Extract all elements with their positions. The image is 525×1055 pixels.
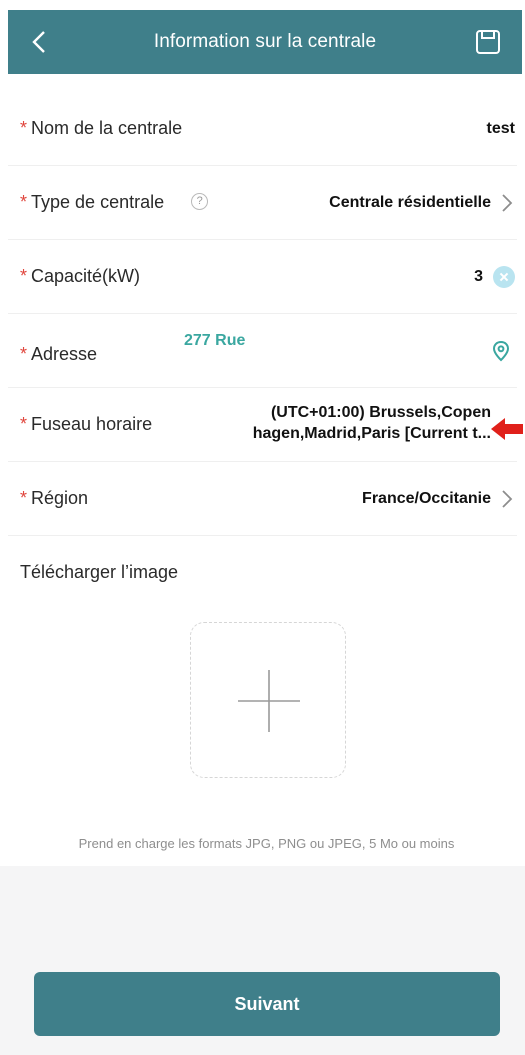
plant-name-value[interactable]: test — [487, 120, 515, 138]
app-header: Information sur la centrale — [8, 10, 522, 74]
plant-form: * Nom de la centrale test * Type de centra… — [0, 92, 525, 866]
page-title: Information sur la centrale — [153, 31, 377, 52]
row-plant-name[interactable]: * Nom de la centrale test — [8, 92, 517, 166]
required-mark: * — [20, 344, 28, 364]
plus-icon — [238, 670, 300, 732]
capacity-label: * Capacité(kW) — [20, 266, 140, 287]
region-value-text: France/Occitanie — [362, 489, 491, 507]
row-address[interactable]: * Adresse — [8, 314, 517, 388]
row-capacity[interactable]: * Capacité(kW) 3 — [8, 240, 517, 314]
plant-type-value[interactable]: Centrale résidentielle — [329, 192, 515, 214]
address-label-text: Adresse — [31, 344, 98, 364]
address-label: * Adresse — [20, 344, 97, 365]
upload-image-label: Télécharger l’image — [20, 562, 179, 582]
location-pin-icon[interactable] — [491, 340, 511, 362]
capacity-value-text: 3 — [474, 267, 483, 285]
required-mark: * — [20, 266, 28, 286]
plant-type-label: * Type de centrale ? — [20, 192, 209, 213]
next-button[interactable]: Suivant — [34, 972, 500, 1036]
plant-name-label: * Nom de la centrale — [20, 118, 182, 139]
clear-icon[interactable] — [493, 265, 515, 288]
plant-name-label-text: Nom de la centrale — [31, 118, 183, 138]
chevron-left-icon[interactable] — [26, 28, 54, 56]
region-value[interactable]: France/Occitanie — [362, 488, 515, 510]
upload-formats-hint: Prend en charge les formats JPG, PNG ou … — [78, 836, 455, 851]
address-input[interactable] — [184, 332, 474, 350]
timezone-label-text: Fuseau horaire — [31, 414, 153, 434]
help-icon[interactable]: ? — [191, 192, 209, 210]
required-mark: * — [20, 192, 28, 212]
region-label-text: Région — [31, 488, 89, 508]
plant-type-value-text: Centrale résidentielle — [329, 193, 491, 211]
save-icon[interactable] — [474, 28, 502, 56]
required-mark: * — [20, 488, 28, 508]
row-timezone[interactable]: * Fuseau horaire (UTC+01:00) Brussels,Cop… — [8, 388, 523, 462]
capacity-label-text: Capacité(kW) — [31, 266, 141, 286]
chevron-right-icon — [502, 489, 513, 508]
red-arrow-icon — [491, 418, 523, 440]
timezone-value-line1: (UTC+01:00) Brussels,Copen — [270, 404, 491, 421]
chevron-right-icon — [502, 193, 513, 212]
capacity-value[interactable]: 3 — [474, 265, 515, 288]
timezone-label: * Fuseau horaire — [20, 414, 152, 435]
upload-image-box[interactable] — [190, 622, 346, 778]
required-mark: * — [20, 118, 28, 138]
row-plant-type[interactable]: * Type de centrale ? Centrale résidentiel… — [8, 166, 517, 240]
row-region[interactable]: * Région France/Occitanie — [8, 462, 517, 536]
timezone-value[interactable]: (UTC+01:00) Brussels,Copen hagen,Madrid,… — [211, 402, 491, 444]
region-label: * Région — [20, 488, 88, 509]
plant-type-label-text: Type de centrale — [31, 192, 165, 212]
required-mark: * — [20, 414, 28, 434]
timezone-value-line2: hagen,Madrid,Paris [Current t... — [252, 425, 491, 442]
